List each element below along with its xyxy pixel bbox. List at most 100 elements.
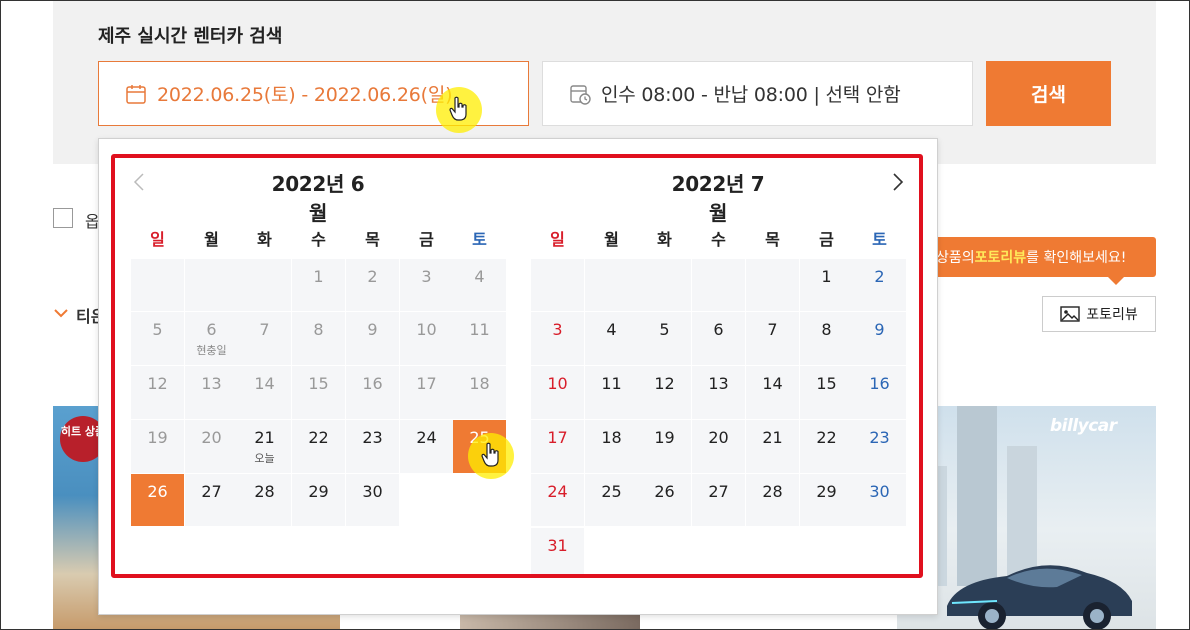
cursor-highlight [468, 433, 514, 479]
tooltip-prefix: 상품의 [936, 250, 975, 266]
tooltip-suffix: 를 확인해보세요! [1026, 250, 1127, 266]
day-number: 26 [147, 482, 168, 501]
chevron-left-icon [133, 173, 144, 191]
option-checkbox[interactable] [53, 208, 73, 228]
calendar-day[interactable]: 28 [746, 474, 799, 526]
day-number: 16 [362, 374, 383, 393]
search-button[interactable]: 검색 [986, 61, 1111, 126]
day-number: 21 [762, 428, 783, 447]
day-number: 4 [474, 267, 485, 286]
day-number: 11 [601, 374, 622, 393]
calendar-day[interactable]: 26 [638, 474, 691, 526]
calendar-empty-cell [131, 259, 184, 311]
calendar-day[interactable]: 20 [692, 420, 745, 473]
day-number: 9 [874, 320, 885, 339]
calendar-day[interactable]: 16 [853, 366, 906, 419]
day-number: 27 [708, 482, 729, 501]
next-month-button[interactable] [888, 170, 908, 194]
calendar-day[interactable]: 19 [638, 420, 691, 473]
calendar-day[interactable]: 22 [292, 420, 345, 473]
calendar-day[interactable]: 24 [531, 474, 584, 526]
photo-review-label: 포토리뷰 [1086, 307, 1138, 323]
calendar-day[interactable]: 23 [346, 420, 399, 473]
billycar-logo: billycar [1050, 416, 1117, 436]
hand-cursor-icon [449, 96, 467, 121]
calendar-day[interactable]: 10 [531, 366, 584, 419]
photo-review-tooltip: 상품의 포토리뷰 를 확인해보세요! [908, 237, 1156, 285]
day-number: 12 [147, 374, 168, 393]
calendar-day[interactable]: 28 [238, 474, 291, 526]
day-number: 22 [816, 428, 837, 447]
day-number: 7 [259, 320, 270, 339]
calendar-day[interactable]: 30 [346, 474, 399, 526]
schedule-clock-icon [570, 84, 591, 105]
calendar-day[interactable]: 11 [585, 366, 638, 419]
weekday-header: 화 [657, 230, 672, 249]
day-number: 2 [874, 267, 885, 286]
day-number: 2 [367, 267, 378, 286]
calendar-day[interactable]: 5 [638, 312, 691, 365]
photo-review-button[interactable]: 포토리뷰 [1042, 296, 1156, 332]
calendar-day[interactable]: 3 [531, 312, 584, 365]
day-number: 10 [547, 374, 568, 393]
day-number: 31 [547, 536, 568, 555]
weekday-header: 금 [419, 230, 434, 249]
hand-cursor-icon [481, 442, 499, 467]
calendar-day: 10 [400, 312, 453, 365]
weekday-header: 금 [819, 230, 834, 249]
calendar-day[interactable]: 7 [746, 312, 799, 365]
calendar-day: 2 [346, 259, 399, 311]
calendar-day[interactable]: 6 [692, 312, 745, 365]
day-number: 15 [816, 374, 837, 393]
day-number: 29 [308, 482, 329, 501]
calendar-day[interactable]: 8 [800, 312, 853, 365]
calendar-day[interactable]: 22 [800, 420, 853, 473]
calendar-day[interactable]: 2 [853, 259, 906, 311]
weekday-header: 화 [257, 230, 272, 249]
calendar-day: 12 [131, 366, 184, 419]
calendar-day: 15 [292, 366, 345, 419]
calendar-day: 13 [185, 366, 238, 419]
calendar-day[interactable]: 17 [531, 420, 584, 473]
day-number: 9 [367, 320, 378, 339]
time-selection-field[interactable]: 인수 08:00 - 반납 08:00 | 선택 안함 [542, 61, 973, 126]
calendar-icon [126, 84, 146, 104]
day-number: 22 [308, 428, 329, 447]
calendar-day[interactable]: 21 오늘 [238, 420, 291, 473]
day-number: 5 [152, 320, 163, 339]
calendar-day[interactable]: 13 [692, 366, 745, 419]
day-number: 13 [708, 374, 729, 393]
calendar-day[interactable]: 4 [585, 312, 638, 365]
sort-check-icon [54, 309, 68, 318]
calendar-day: 14 [238, 366, 291, 419]
day-note: 현충일 [196, 344, 227, 357]
weekday-header: 토 [472, 230, 487, 249]
calendar-day[interactable]: 29 [800, 474, 853, 526]
calendar-day[interactable]: 23 [853, 420, 906, 473]
calendar-empty-cell [692, 259, 745, 311]
calendar-day[interactable]: 31 [531, 528, 584, 576]
calendar-day[interactable]: 24 [400, 420, 453, 473]
day-number: 20 [708, 428, 729, 447]
calendar-day[interactable]: 26 [131, 474, 184, 526]
day-number: 24 [547, 482, 568, 501]
calendar-day[interactable]: 9 [853, 312, 906, 365]
calendar-day[interactable]: 27 [185, 474, 238, 526]
calendar-day[interactable]: 12 [638, 366, 691, 419]
day-number: 23 [362, 428, 383, 447]
calendar-day[interactable]: 27 [692, 474, 745, 526]
calendar-day[interactable]: 21 [746, 420, 799, 473]
day-number: 20 [201, 428, 222, 447]
day-number: 6 [206, 320, 217, 339]
calendar-day[interactable]: 29 [292, 474, 345, 526]
calendar-day[interactable]: 14 [746, 366, 799, 419]
prev-month-button[interactable] [129, 170, 149, 194]
day-number: 6 [713, 320, 724, 339]
calendar-day[interactable]: 30 [853, 474, 906, 526]
calendar-day[interactable]: 18 [585, 420, 638, 473]
calendar-day: 5 [131, 312, 184, 365]
calendar-day[interactable]: 1 [800, 259, 853, 311]
calendar-day[interactable]: 25 [585, 474, 638, 526]
calendar-day[interactable]: 15 [800, 366, 853, 419]
calendar-empty-cell [746, 259, 799, 311]
